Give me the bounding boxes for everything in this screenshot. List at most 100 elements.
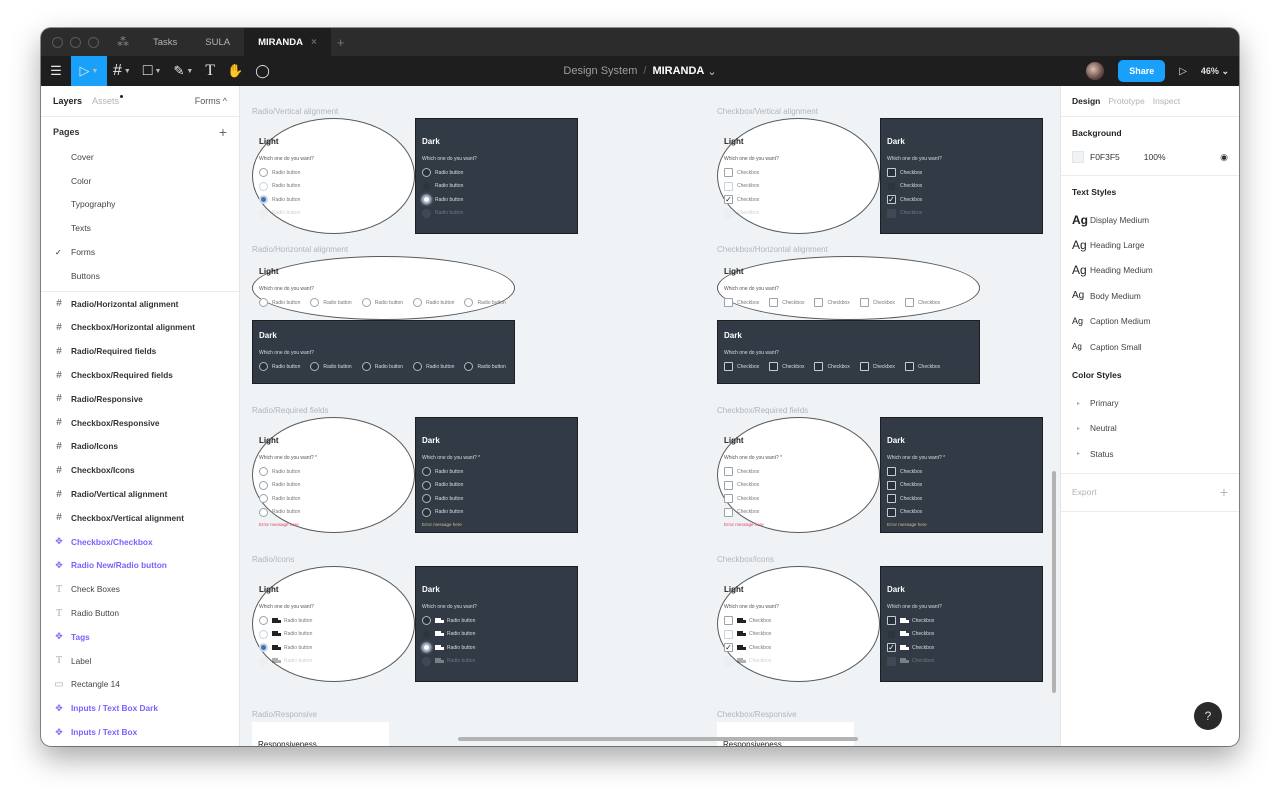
close-window-button[interactable]	[52, 36, 63, 48]
checkbox[interactable]	[887, 507, 896, 517]
page-item-color[interactable]: Color	[41, 169, 239, 193]
checkbox-option[interactable]: ✓ Checkbox	[887, 193, 1036, 207]
radio-option[interactable]: Radio button	[310, 360, 352, 374]
color-style-group[interactable]: ▸ Status	[1072, 441, 1228, 466]
checkbox-option[interactable]: Checkbox	[904, 296, 940, 310]
radio-button[interactable]	[413, 362, 423, 372]
checkbox[interactable]	[724, 467, 733, 477]
page-item-forms[interactable]: ✓ Forms	[41, 240, 239, 264]
checkbox-option[interactable]: Checkbox	[814, 360, 850, 374]
checkbox[interactable]	[724, 507, 733, 517]
checkbox-option[interactable]: Checkbox	[887, 628, 1036, 642]
radio-button[interactable]	[464, 298, 474, 308]
radio-option[interactable]: Radio button	[259, 492, 408, 506]
checkbox-option[interactable]: Checkbox	[769, 360, 804, 374]
frame-title[interactable]: Checkbox/Required fields	[717, 406, 808, 415]
layer-item[interactable]: # Radio/Icons	[41, 435, 239, 459]
frame-title[interactable]: Checkbox/Horizontal alignment	[717, 245, 828, 254]
radio-option[interactable]: Radio button	[422, 628, 571, 642]
layer-item[interactable]: ✥ Radio New/Radio button	[41, 554, 239, 578]
checkbox[interactable]	[724, 494, 733, 504]
page-selector[interactable]: Forms ^	[195, 96, 227, 106]
hand-tool-button[interactable]: ✋	[221, 56, 249, 86]
radio-button[interactable]	[259, 507, 268, 517]
layer-item[interactable]: T Radio Button	[41, 601, 239, 625]
radio-option[interactable]: Radio button	[413, 360, 454, 374]
move-tool-button[interactable]: ▷ ▼	[71, 56, 107, 86]
checkbox-option[interactable]: Checkbox	[887, 614, 1036, 628]
tab-tasks[interactable]: Tasks	[139, 28, 191, 56]
layer-item[interactable]: ✥ Inputs / Text Box Dark	[41, 696, 239, 720]
text-style-item[interactable]: Ag Caption Medium	[1072, 309, 1228, 334]
close-tab-icon[interactable]: ×	[311, 37, 317, 48]
radio-option[interactable]: Radio button	[259, 506, 408, 520]
frame-title[interactable]: Checkbox/Vertical alignment	[717, 107, 818, 116]
checkbox[interactable]	[887, 467, 896, 477]
pen-tool-button[interactable]: ✎ ▼	[167, 56, 199, 86]
layer-item[interactable]: # Radio/Horizontal alignment	[41, 292, 239, 316]
radio-button[interactable]	[422, 467, 431, 477]
text-style-item[interactable]: Ag Heading Medium	[1072, 258, 1228, 283]
layer-item[interactable]: # Radio/Vertical alignment	[41, 482, 239, 506]
checkbox[interactable]	[887, 616, 896, 626]
layer-item[interactable]: T Label	[41, 649, 239, 673]
layer-item[interactable]: ✥ Tags	[41, 625, 239, 649]
new-tab-button[interactable]: +	[337, 35, 345, 50]
page-item-buttons[interactable]: Buttons	[41, 264, 239, 288]
radio-button[interactable]	[259, 195, 268, 205]
color-style-group[interactable]: ▸ Primary	[1072, 390, 1228, 415]
checkbox[interactable]	[904, 362, 914, 372]
radio-option[interactable]: Radio button	[464, 360, 506, 374]
frame-title[interactable]: Checkbox/Icons	[717, 555, 774, 564]
checkbox[interactable]	[724, 480, 733, 490]
file-name[interactable]: MIRANDA	[652, 65, 704, 77]
background-swatch[interactable]	[1072, 151, 1084, 163]
checkbox-option[interactable]: Checkbox	[724, 360, 759, 374]
radio-option[interactable]: Radio button	[422, 166, 571, 180]
layer-item[interactable]: # Checkbox/Required fields	[41, 363, 239, 387]
radio-button[interactable]	[259, 629, 268, 639]
radio-option[interactable]: Radio button	[464, 296, 506, 310]
checkbox[interactable]: ✓	[724, 195, 733, 205]
radio-option[interactable]: Radio button	[422, 193, 571, 207]
layer-item[interactable]: # Checkbox/Vertical alignment	[41, 506, 239, 530]
radio-option[interactable]: Radio button	[422, 492, 571, 506]
zoom-level-dropdown[interactable]: 46% ⌄	[1201, 66, 1229, 77]
radio-button[interactable]	[259, 643, 268, 653]
checkbox[interactable]	[724, 629, 733, 639]
shape-tool-button[interactable]: □ ▼	[137, 56, 168, 86]
text-tool-button[interactable]: T	[199, 56, 221, 86]
radio-option[interactable]: Radio button	[259, 193, 408, 207]
checkbox[interactable]	[887, 480, 896, 490]
checkbox[interactable]	[724, 168, 733, 178]
radio-button[interactable]	[464, 362, 474, 372]
checkbox[interactable]	[887, 629, 896, 639]
radio-button[interactable]	[259, 616, 268, 626]
radio-button[interactable]	[259, 168, 268, 178]
checkbox[interactable]: ✓	[724, 643, 733, 653]
radio-option[interactable]: Radio button	[259, 180, 408, 194]
radio-option[interactable]: Radio button	[361, 296, 403, 310]
radio-button[interactable]	[361, 298, 371, 308]
radio-button[interactable]	[259, 494, 268, 504]
page-item-typography[interactable]: Typography	[41, 193, 239, 217]
checkbox-option[interactable]: Checkbox	[724, 506, 873, 520]
help-button[interactable]: ?	[1194, 702, 1222, 730]
radio-button[interactable]	[422, 507, 431, 517]
project-name[interactable]: Design System	[563, 65, 637, 77]
text-style-item[interactable]: Ag Caption Small	[1072, 334, 1228, 359]
checkbox-option[interactable]: Checkbox	[724, 465, 873, 479]
frame-title[interactable]: Radio/Responsive	[252, 710, 317, 719]
checkbox-option[interactable]: Checkbox	[859, 360, 895, 374]
frame-title[interactable]: Radio/Horizontal alignment	[252, 245, 348, 254]
color-style-group[interactable]: ▸ Neutral	[1072, 416, 1228, 441]
radio-button[interactable]	[422, 181, 431, 191]
checkbox[interactable]: ✓	[887, 643, 896, 653]
tab-sula[interactable]: SULA	[191, 28, 244, 56]
radio-option[interactable]: Radio button	[259, 166, 408, 180]
checkbox[interactable]	[724, 362, 733, 372]
checkbox-option[interactable]: ✓ Checkbox	[887, 641, 1036, 655]
frame-title[interactable]: Radio/Icons	[252, 555, 294, 564]
add-page-icon[interactable]: +	[219, 124, 227, 140]
background-hex-input[interactable]: F0F3F5	[1090, 152, 1120, 162]
